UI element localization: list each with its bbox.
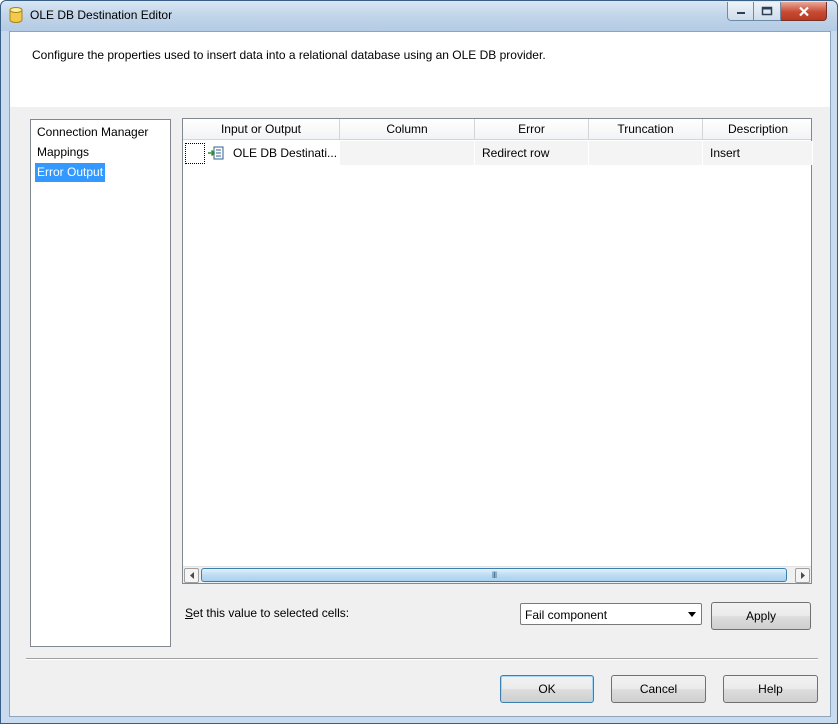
database-cylinder-icon (9, 7, 23, 23)
column-header-truncation[interactable]: Truncation (589, 119, 703, 140)
minimize-icon (736, 12, 745, 14)
scroll-grip: III (491, 570, 497, 580)
editor-window: OLE DB Destination Editor Configure the … (0, 0, 838, 724)
cancel-button[interactable]: Cancel (611, 675, 706, 703)
close-button[interactable] (781, 2, 827, 21)
cell-column[interactable] (340, 141, 475, 165)
input-output-icon (208, 146, 224, 160)
nav-item-connection-manager[interactable]: Connection Manager (35, 123, 150, 142)
apply-button[interactable]: Apply (711, 602, 811, 630)
cell-input-or-output[interactable]: OLE DB Destinati... (183, 141, 340, 165)
error-action-dropdown[interactable]: Fail component (520, 603, 702, 625)
ok-button[interactable]: OK (500, 675, 594, 703)
help-button[interactable]: Help (723, 675, 818, 703)
column-header-error[interactable]: Error (475, 119, 589, 140)
error-action-selected-value: Fail component (525, 608, 608, 622)
nav-item-error-output[interactable]: Error Output (35, 163, 106, 182)
dialog-description: Configure the properties used to insert … (32, 48, 546, 62)
dialog-client-area: Configure the properties used to insert … (9, 31, 831, 717)
cell-error[interactable]: Redirect row (475, 141, 589, 165)
close-icon (798, 6, 809, 16)
maximize-icon (761, 6, 773, 16)
window-title: OLE DB Destination Editor (30, 8, 173, 22)
table-row[interactable]: OLE DB Destinati... Redirect row Insert (183, 141, 813, 165)
page-navigation-list: Connection Manager Mappings Error Output (30, 119, 171, 647)
column-header-input-or-output[interactable]: Input or Output (183, 119, 340, 140)
scroll-left-button[interactable] (184, 568, 199, 583)
column-header-column[interactable]: Column (340, 119, 475, 140)
grid-header: Input or Output Column Error Truncation … (183, 119, 811, 140)
cell-description[interactable]: Insert (703, 141, 813, 165)
divider (26, 658, 818, 660)
title-bar[interactable]: OLE DB Destination Editor (1, 1, 837, 31)
header-band: Configure the properties used to insert … (10, 32, 830, 107)
error-output-grid: Input or Output Column Error Truncation … (182, 118, 813, 584)
column-header-description[interactable]: Description (703, 119, 813, 140)
scroll-thumb[interactable]: III (201, 568, 787, 582)
chevron-left-icon (189, 572, 194, 579)
minimize-button[interactable] (727, 2, 754, 21)
chevron-right-icon (800, 572, 805, 579)
row-selector[interactable] (185, 143, 205, 164)
cell-truncation[interactable] (589, 141, 703, 165)
chevron-down-icon (688, 612, 696, 617)
horizontal-scrollbar[interactable]: III (183, 566, 811, 583)
nav-item-mappings[interactable]: Mappings (35, 143, 91, 162)
maximize-button[interactable] (754, 2, 781, 21)
set-value-label: Set this value to selected cells: (185, 606, 350, 620)
input-or-output-value: OLE DB Destinati... (233, 146, 338, 160)
scroll-right-button[interactable] (795, 568, 810, 583)
